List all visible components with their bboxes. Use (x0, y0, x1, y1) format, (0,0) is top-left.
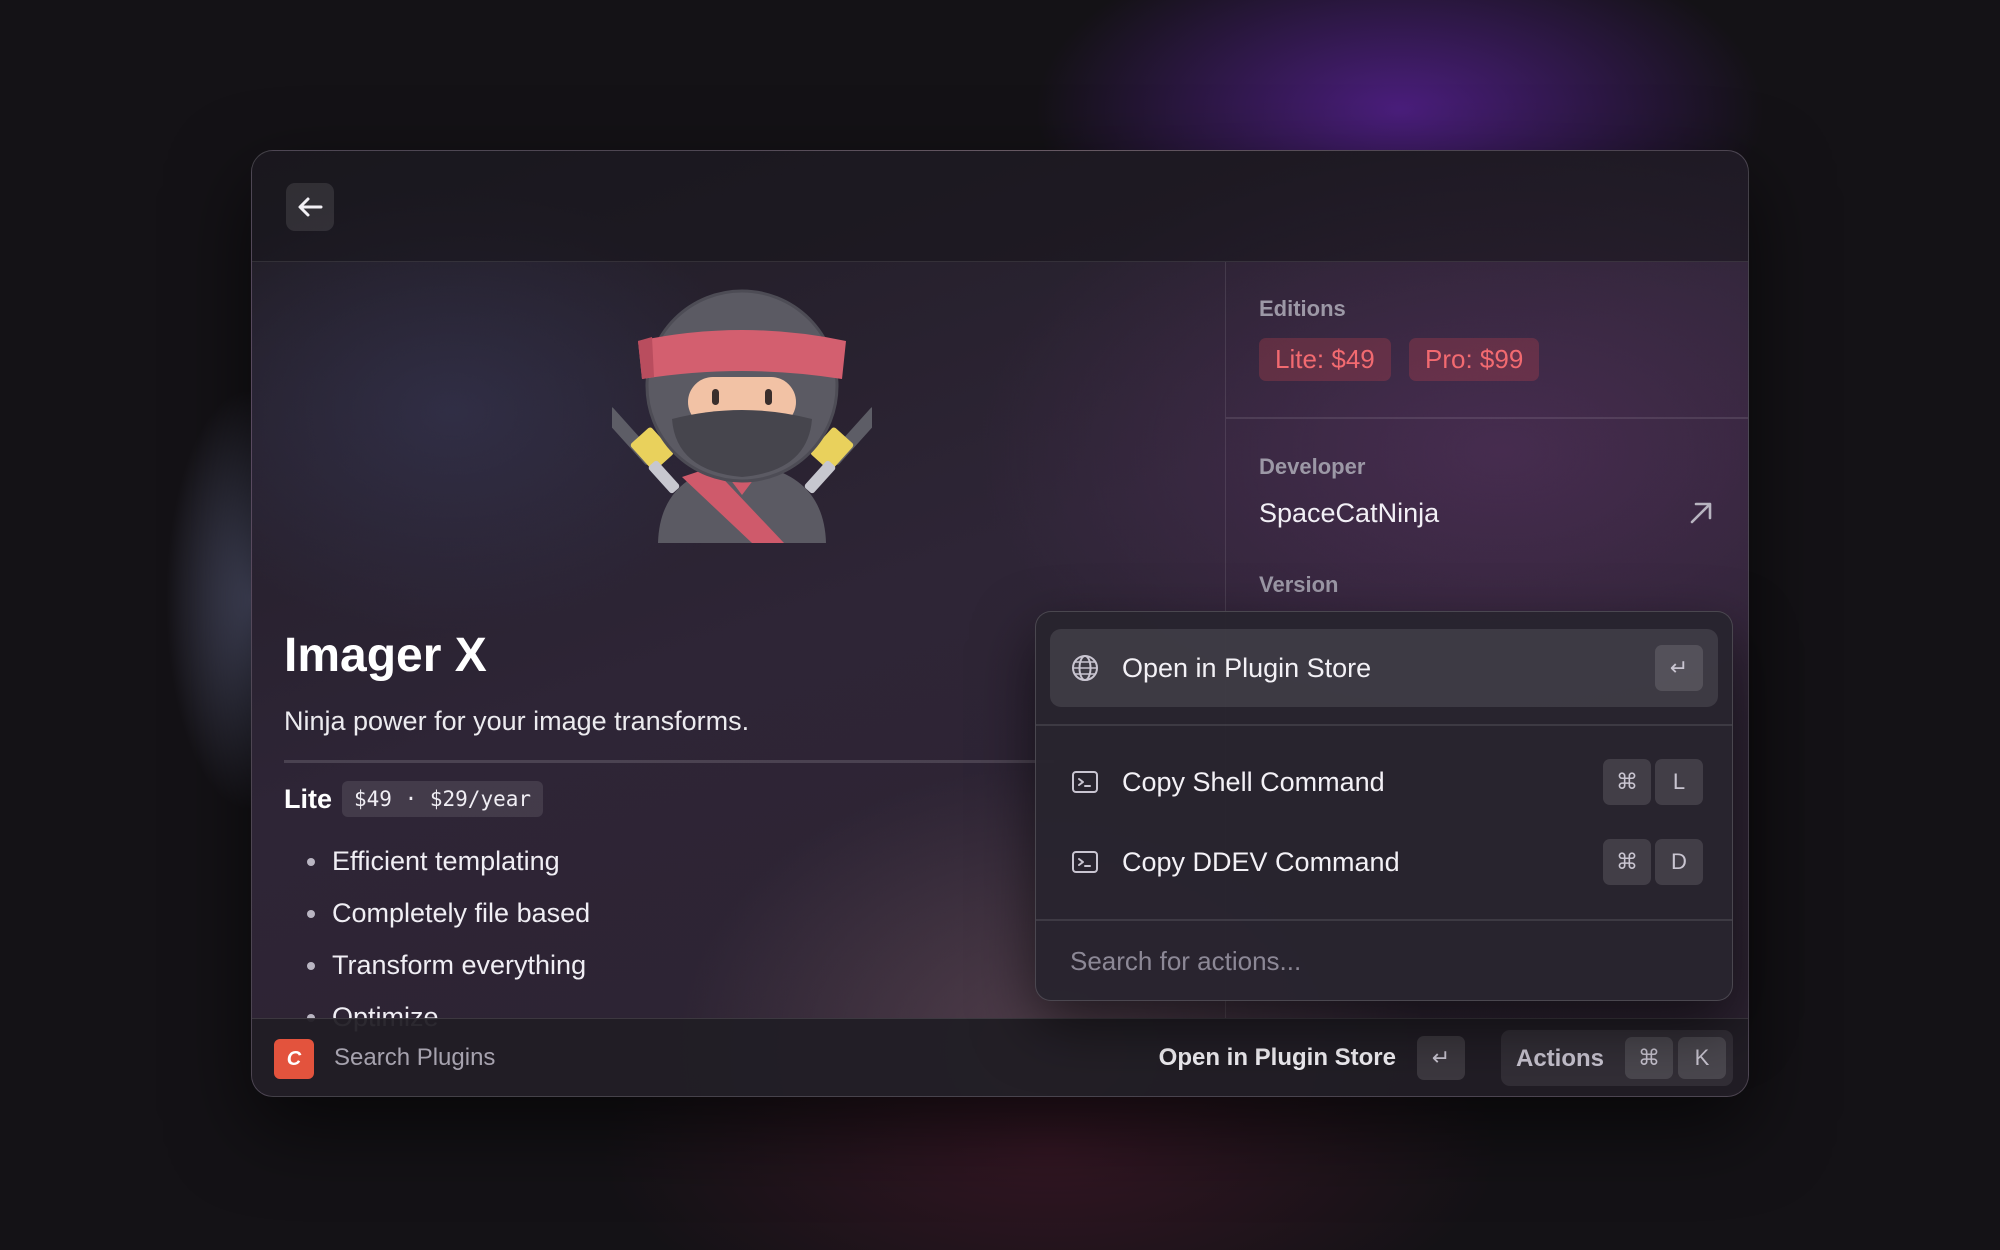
globe-icon (1072, 655, 1098, 681)
menu-item-open-plugin-store[interactable]: Open in Plugin Store ↵ (1050, 629, 1718, 707)
enter-key-hint: ↵ (1655, 645, 1703, 691)
developer-heading: Developer (1259, 454, 1366, 479)
menu-divider (1036, 919, 1732, 921)
lite-label: Lite (284, 783, 333, 814)
terminal-icon (1072, 771, 1098, 793)
list-item: Completely file based (306, 891, 590, 943)
list-item: Transform everything (306, 943, 590, 995)
content-divider (284, 760, 1054, 763)
top-bar (252, 151, 1748, 262)
open-plugin-store-action[interactable]: Open in Plugin Store (1159, 1044, 1396, 1072)
lite-price-code: $49 · $29/year (342, 781, 544, 817)
actions-menu: Open in Plugin Store ↵ Copy Shell Comman… (1035, 611, 1733, 1001)
d-key-hint: D (1655, 839, 1703, 885)
menu-item-label: Copy Shell Command (1122, 767, 1385, 797)
menu-item-copy-shell-command[interactable]: Copy Shell Command ⌘ L (1050, 743, 1718, 821)
edition-badge-lite: Lite: $49 (1259, 338, 1391, 381)
menu-item-label: Open in Plugin Store (1122, 653, 1372, 683)
editions-heading: Editions (1259, 296, 1346, 321)
edition-badge-pro: Pro: $99 (1409, 338, 1540, 381)
list-item: Efficient templating (306, 839, 590, 891)
action-search-input[interactable]: Search for actions... (1070, 946, 1301, 977)
command-key-hint: ⌘ (1603, 839, 1651, 885)
plugin-title: Imager X (284, 629, 487, 682)
command-key-hint: ⌘ (1625, 1037, 1673, 1079)
sidebar-divider (1226, 417, 1748, 419)
plugin-tagline: Ninja power for your image transforms. (284, 706, 750, 736)
plugin-logo (602, 281, 882, 543)
menu-item-label: Copy DDEV Command (1122, 847, 1400, 877)
lite-edition-row: Lite $49 · $29/year (284, 781, 544, 817)
external-link-icon[interactable] (1686, 498, 1716, 528)
version-heading: Version (1259, 572, 1339, 597)
status-bar: C Search Plugins Open in Plugin Store ↵ … (252, 1018, 1748, 1096)
enter-key-hint: ↵ (1417, 1036, 1465, 1080)
developer-name[interactable]: SpaceCatNinja (1259, 498, 1439, 529)
app-icon: C (274, 1039, 314, 1079)
l-key-hint: L (1655, 759, 1703, 805)
arrow-left-icon (298, 197, 323, 217)
command-key-hint: ⌘ (1603, 759, 1651, 805)
actions-button[interactable]: Actions ⌘ K (1501, 1030, 1733, 1086)
menu-item-copy-ddev-command[interactable]: Copy DDEV Command ⌘ D (1050, 823, 1718, 901)
menu-divider (1036, 724, 1732, 726)
feature-list: Efficient templating Completely file bas… (306, 839, 590, 1047)
terminal-icon (1072, 851, 1098, 873)
search-plugins-label[interactable]: Search Plugins (334, 1044, 495, 1072)
actions-label: Actions (1516, 1045, 1605, 1072)
back-button[interactable] (286, 183, 334, 231)
k-key-hint: K (1678, 1037, 1726, 1079)
